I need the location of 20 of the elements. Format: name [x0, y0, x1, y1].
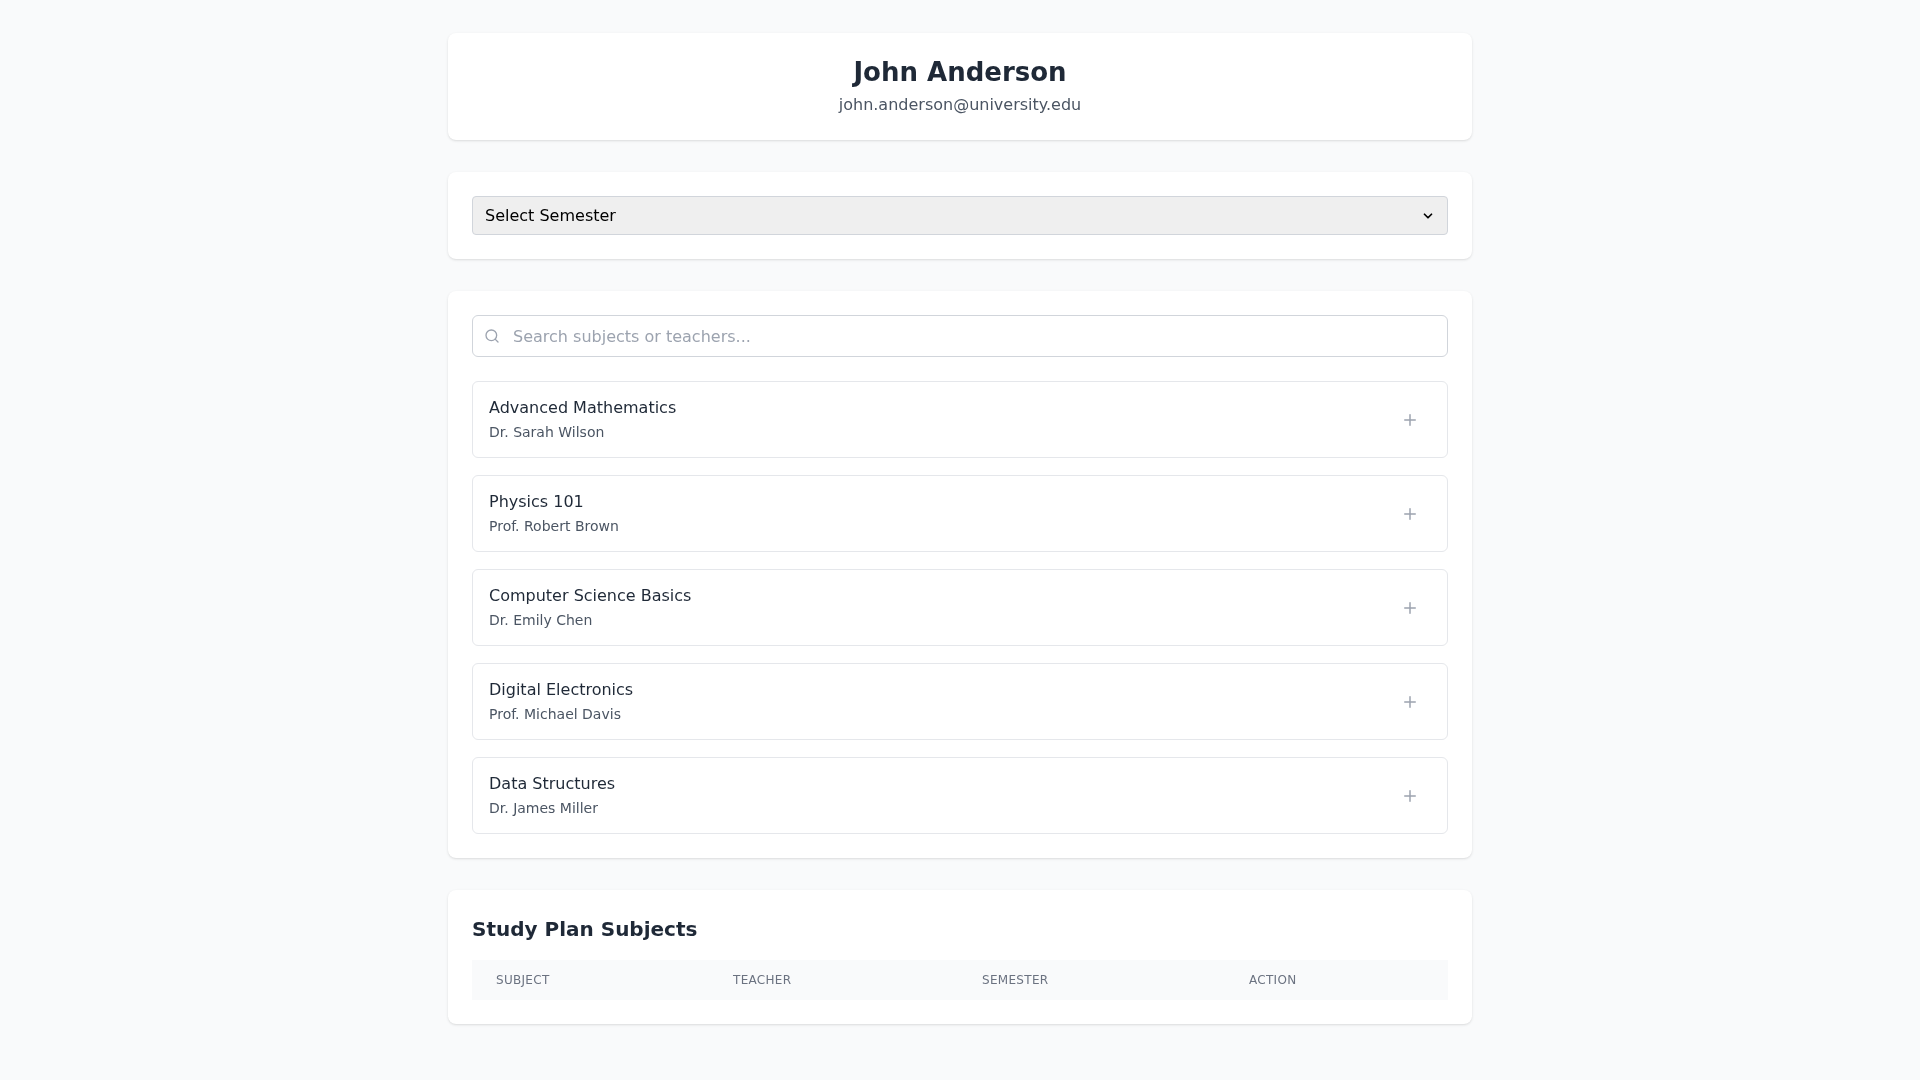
- study-plan-title: Study Plan Subjects: [472, 916, 699, 943]
- teacher-name: Dr. James Miller: [489, 799, 599, 818]
- column-header: TEACHER: [733, 972, 793, 989]
- column-header: ACTION: [1249, 972, 1298, 989]
- column-header: SUBJECT: [496, 972, 551, 989]
- subject-title: Advanced Mathematics: [489, 397, 677, 419]
- search-icon: [484, 328, 500, 344]
- semester-select[interactable]: Select Semester: [472, 196, 1448, 235]
- profile-name: John Anderson: [853, 56, 1067, 89]
- profile-email: john.anderson@university.edu: [838, 93, 1082, 116]
- subject-title: Data Structures: [489, 773, 616, 795]
- teacher-name: Prof. Michael Davis: [489, 705, 622, 724]
- teacher-name: Dr. Sarah Wilson: [489, 423, 606, 442]
- subject-title: Physics 101: [489, 491, 585, 513]
- teacher-name: Dr. Emily Chen: [489, 611, 594, 630]
- teacher-name: Prof. Robert Brown: [489, 517, 619, 536]
- search-field[interactable]: Search subjects or teachers...: [472, 315, 1448, 357]
- subject-title: Computer Science Basics: [489, 585, 692, 607]
- column-header: SEMESTER: [982, 972, 1050, 989]
- subject-title: Digital Electronics: [489, 679, 634, 701]
